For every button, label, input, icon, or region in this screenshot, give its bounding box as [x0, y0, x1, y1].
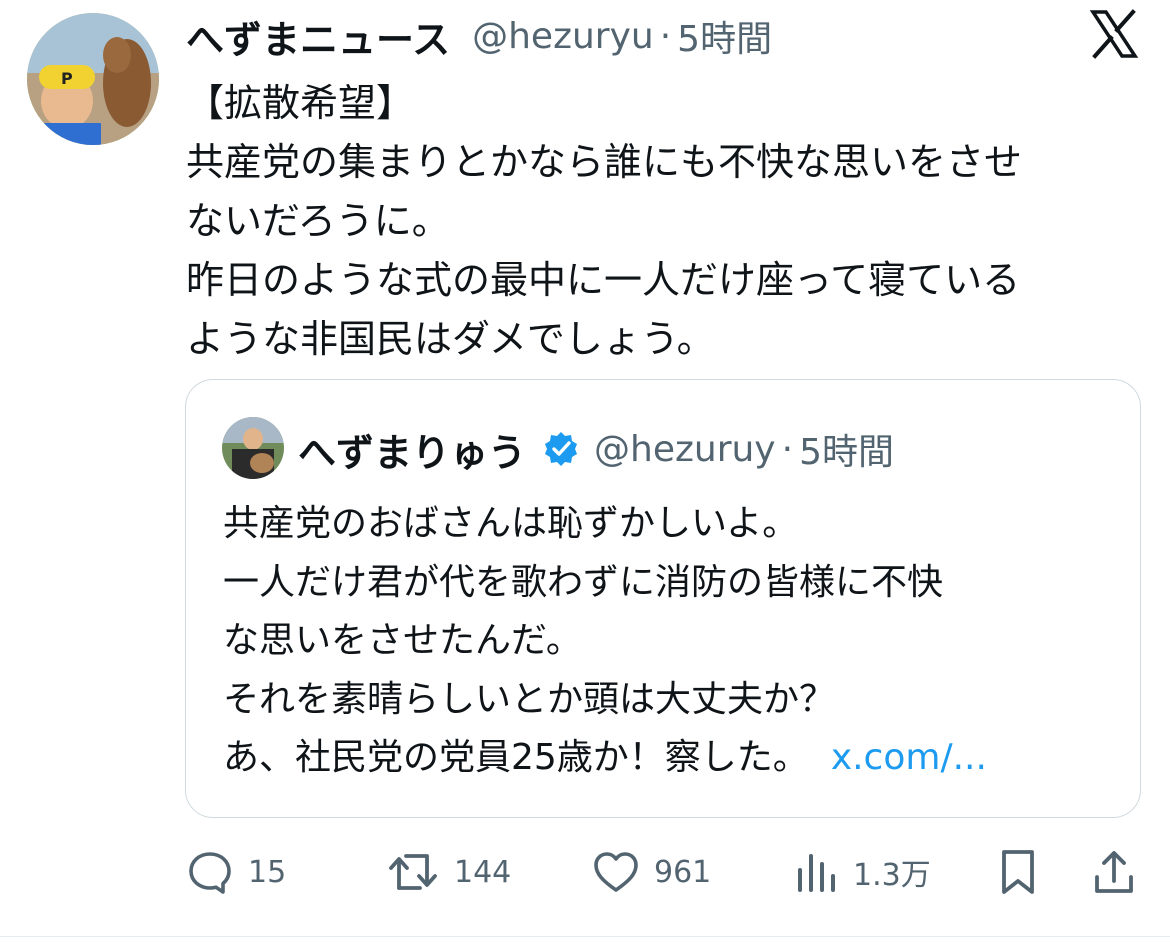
heart-icon: [592, 848, 640, 896]
quoted-tweet-timestamp[interactable]: 5時間: [799, 423, 894, 475]
author-handle[interactable]: @hezuryu: [472, 16, 654, 57]
quoted-text-line: それを素晴らしいとか頭は大丈夫か？: [223, 678, 836, 720]
quoted-text-line: 一人だけ君が代を歌わずに消防の皆様に不快: [223, 561, 944, 603]
quoted-text-line: な思いをさせたんだ。: [223, 620, 582, 661]
tweet-header: へずまニュース @hezuryu · 5時間: [186, 8, 772, 64]
quoted-tweet-card[interactable]: へずまりゅう @hezuruy · 5時間 共産党のおばさんは恥ずかしいよ。 一…: [185, 379, 1141, 818]
share-icon: [1092, 847, 1136, 897]
views-chart-icon: [795, 848, 839, 896]
x-logo-icon[interactable]: [1089, 9, 1139, 59]
svg-text:P: P: [61, 69, 73, 88]
quoted-author-display-name[interactable]: へずまりゅう: [298, 422, 526, 477]
author-display-name[interactable]: へずまニュース: [186, 9, 450, 64]
divider: [0, 936, 1170, 937]
quoted-tweet-header: へずまりゅう @hezuruy · 5時間: [298, 420, 894, 478]
quoted-text-line: 共産党のおばさんは恥ずかしいよ。: [223, 503, 799, 544]
reply-count: 15: [248, 854, 287, 890]
views-count: 1.3万: [853, 858, 931, 893]
tweet-text-line: ような非国民はダメでしょう。: [186, 317, 715, 361]
tweet: P へずまニュース @hezuryu · 5時間 【拡散希望】 共産党の集まりと…: [0, 0, 1170, 950]
like-count: 961: [654, 854, 712, 890]
quoted-tweet-text: 共産党のおばさんは恥ずかしいよ。 一人だけ君が代を歌わずに消防の皆様に不快 な思…: [223, 495, 1123, 788]
tweet-text: 【拡散希望】 共産党の集まりとかなら誰にも不快な思いをさせ ないだろうに。 昨日…: [186, 74, 1146, 369]
repost-icon: [386, 848, 440, 896]
share-button[interactable]: [1092, 842, 1136, 902]
verified-badge-icon: [542, 430, 580, 468]
quoted-tweet-link[interactable]: x.com/...: [831, 737, 987, 778]
reply-button[interactable]: 15: [186, 842, 286, 902]
reply-icon: [186, 848, 234, 896]
separator-dot: ·: [659, 15, 672, 57]
repost-count: 144: [454, 854, 512, 890]
views-button[interactable]: 1.3万: [795, 842, 931, 902]
tweet-timestamp[interactable]: 5時間: [677, 10, 772, 62]
tweet-text-line: 共産党の集まりとかなら誰にも不快な思いをさせ: [186, 140, 1023, 184]
tweet-actions-bar: 15 144 961 1.3万: [0, 842, 1170, 902]
bookmark-button[interactable]: [996, 842, 1040, 902]
quoted-author-handle[interactable]: @hezuruy: [594, 429, 776, 470]
separator-dot: ·: [781, 428, 794, 470]
tweet-text-line: ないだろうに。: [186, 199, 450, 243]
quoted-text-last: あ、社民党の党員25歳か！察した。: [223, 737, 809, 778]
tweet-text-line: 昨日のような式の最中に一人だけ座って寝ている: [186, 258, 1021, 302]
repost-button[interactable]: 144: [386, 842, 511, 902]
bookmark-icon: [996, 847, 1040, 897]
quoted-text-line-with-link: あ、社民党の党員25歳か！察した。 x.com/...: [223, 729, 1123, 788]
author-avatar[interactable]: P: [27, 13, 159, 145]
quoted-author-avatar[interactable]: [222, 417, 284, 479]
tweet-text-line: 【拡散希望】: [186, 81, 415, 125]
like-button[interactable]: 961: [592, 842, 711, 902]
